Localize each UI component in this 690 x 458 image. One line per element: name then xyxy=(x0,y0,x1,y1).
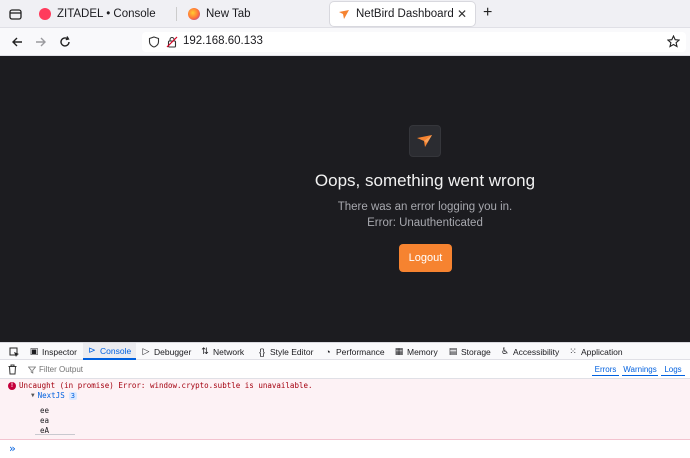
stack-group-toggle[interactable]: ▼ NextJS 3 xyxy=(31,391,77,400)
bookmark-star-icon[interactable] xyxy=(667,35,680,48)
console-output: ! Uncaught (in promise) Error: window.cr… xyxy=(0,379,690,440)
zitadel-favicon-icon xyxy=(39,8,51,20)
devtools-tab-label: Accessibility xyxy=(513,346,560,357)
frames-divider xyxy=(35,434,75,435)
memory-icon: ▦ xyxy=(394,346,404,356)
devtools-tab-label: Memory xyxy=(407,346,438,357)
filter-output-input[interactable]: Filter Output xyxy=(28,363,328,376)
tab-bar: ZITADEL • Console New Tab NetBird Dashbo… xyxy=(0,0,690,28)
console-icon: ⊳ xyxy=(88,345,96,355)
back-button[interactable] xyxy=(8,33,26,51)
filter-warnings-button[interactable]: Warnings xyxy=(622,363,658,376)
devtools-tab-label: Style Editor xyxy=(270,346,314,357)
console-prompt-icon: » xyxy=(9,442,16,455)
filter-icon xyxy=(28,366,36,374)
shield-icon[interactable] xyxy=(148,36,160,48)
style-editor-icon: {} xyxy=(258,346,265,357)
reload-button[interactable] xyxy=(56,33,74,51)
firefox-view-button[interactable] xyxy=(6,5,24,23)
close-tab-icon[interactable]: ✕ xyxy=(457,7,467,21)
error-icon: ! xyxy=(8,382,16,390)
netbird-logo xyxy=(409,125,441,157)
console-input[interactable]: » xyxy=(0,440,690,458)
error-detail: Error: Unauthenticated xyxy=(367,217,483,229)
new-tab-button[interactable]: + xyxy=(483,5,492,21)
devtools-tab-memory[interactable]: ▦ Memory xyxy=(394,343,442,360)
devtools-tab-network[interactable]: ⇅ Network xyxy=(200,343,253,360)
devtools-tab-performance[interactable]: ◔ Performance xyxy=(323,343,387,360)
clear-console-icon[interactable] xyxy=(7,364,18,375)
tab-label: New Tab xyxy=(206,8,251,20)
netbird-favicon-icon xyxy=(338,8,350,20)
filter-placeholder: Filter Output xyxy=(39,365,84,374)
performance-icon: ◔ xyxy=(325,346,331,357)
address-bar[interactable]: 192.168.60.133 xyxy=(142,32,686,52)
devtools-tab-debugger[interactable]: ▷ Debugger xyxy=(141,343,196,360)
accessibility-icon: ♿ xyxy=(500,346,510,356)
devtools-tab-application[interactable]: ⁙ Application xyxy=(568,343,628,360)
devtools-tab-label: Debugger xyxy=(154,346,192,357)
tab-zitadel[interactable]: ZITADEL • Console xyxy=(31,2,177,26)
devtools-tab-accessibility[interactable]: ♿ Accessibility xyxy=(500,343,562,360)
firefox-view-icon xyxy=(8,8,22,20)
element-picker-icon xyxy=(9,347,19,357)
devtools-tab-label: Performance xyxy=(336,346,385,357)
application-icon: ⁙ xyxy=(569,346,577,356)
element-picker-button[interactable] xyxy=(7,345,21,359)
devtools-toolbar: ▣ Inspector ⊳ Console ▷ Debugger ⇅ Network {… xyxy=(0,342,690,360)
devtools-tab-label: Inspector xyxy=(42,346,77,357)
stack-frame[interactable]: ea xyxy=(40,416,49,425)
devtools-tab-storage[interactable]: ▤ Storage xyxy=(448,343,494,360)
debugger-icon: ▷ xyxy=(142,346,150,356)
reload-icon xyxy=(60,36,70,47)
netbird-logo-icon xyxy=(417,135,432,147)
url-text[interactable]: 192.168.60.133 xyxy=(183,35,263,47)
tab-new-tab[interactable]: New Tab xyxy=(180,2,325,26)
stack-group-label: NextJS xyxy=(37,391,65,400)
firefox-favicon-icon xyxy=(188,8,200,20)
stack-frame[interactable]: ee xyxy=(40,406,49,415)
tab-label: ZITADEL • Console xyxy=(57,8,156,20)
devtools-tab-inspector[interactable]: ▣ Inspector xyxy=(29,343,81,360)
stack-group-count: 3 xyxy=(68,391,77,400)
error-title: Oops, something went wrong xyxy=(314,171,536,190)
insecure-lock-icon[interactable] xyxy=(166,36,178,48)
network-icon: ⇅ xyxy=(201,346,209,356)
devtools-tab-label: Network xyxy=(213,346,245,357)
page-viewport: Oops, something went wrong There was an … xyxy=(0,56,690,342)
devtools-tab-label: Application xyxy=(581,346,623,357)
tab-separator xyxy=(176,7,177,21)
logout-button[interactable]: Logout xyxy=(399,244,452,272)
devtools-tab-style-editor[interactable]: {} Style Editor xyxy=(257,343,317,360)
console-error-message[interactable]: Uncaught (in promise) Error: window.cryp… xyxy=(19,381,313,390)
tab-netbird-dashboard[interactable]: NetBird Dashboard ✕ xyxy=(330,2,475,26)
console-filter-bar: Filter Output Errors Warnings Logs xyxy=(0,360,690,379)
storage-icon: ▤ xyxy=(448,346,458,356)
devtools-tab-label: Console xyxy=(100,345,132,356)
inspector-icon: ▣ xyxy=(29,346,39,356)
navigation-bar: 192.168.60.133 xyxy=(0,28,690,56)
back-arrow-icon xyxy=(12,37,22,47)
forward-button[interactable] xyxy=(32,33,50,51)
chevron-down-icon: ▼ xyxy=(31,392,35,399)
devtools-tab-console[interactable]: ⊳ Console xyxy=(83,343,136,360)
filter-errors-button[interactable]: Errors xyxy=(592,363,619,376)
devtools-tab-label: Storage xyxy=(461,346,491,357)
tab-label: NetBird Dashboard xyxy=(356,8,454,20)
error-message: There was an error logging you in. xyxy=(337,201,513,213)
filter-logs-button[interactable]: Logs xyxy=(661,363,685,376)
forward-arrow-icon xyxy=(36,37,46,47)
